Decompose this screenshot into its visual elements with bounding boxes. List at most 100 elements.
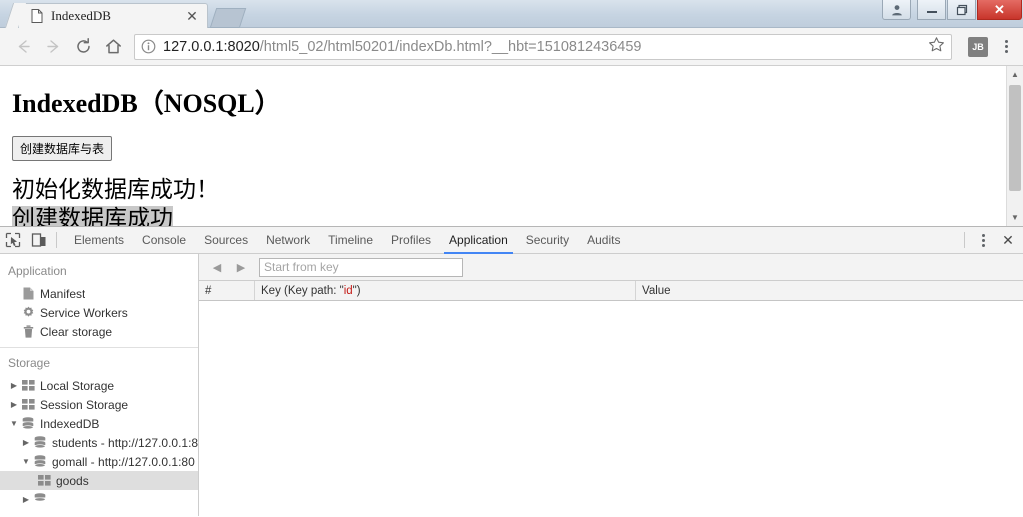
create-database-button[interactable]: 创建数据库与表: [12, 136, 113, 161]
inspect-element-button[interactable]: [0, 227, 26, 253]
sidebar-item-objectstore-goods[interactable]: goods: [0, 471, 198, 490]
devtools-menu-button[interactable]: [973, 227, 993, 253]
new-tab-button[interactable]: [209, 8, 247, 28]
kebab-dot: [1004, 40, 1008, 43]
sidebar-item-label: IndexedDB: [40, 416, 100, 431]
info-icon[interactable]: [141, 39, 156, 54]
scrollbar-thumb[interactable]: [1009, 85, 1021, 191]
browser-tab-close-icon[interactable]: ✕: [183, 7, 201, 25]
status-messages: 初始化数据库成功！ 创建数据库成功: [12, 176, 1011, 226]
table-icon: [36, 475, 52, 486]
table-body-empty: [199, 301, 1023, 516]
column-header-keypath-value: id: [343, 284, 353, 297]
tab-audits[interactable]: Audits: [578, 227, 629, 254]
reload-button[interactable]: [68, 32, 98, 62]
extension-icon-jb[interactable]: JB: [968, 36, 988, 57]
forward-button[interactable]: [38, 32, 68, 62]
tab-network[interactable]: Network: [257, 227, 319, 254]
kebab-dot: [1004, 45, 1008, 48]
chevron-right-icon[interactable]: ▶: [8, 381, 20, 390]
table-icon: [20, 399, 36, 410]
trash-icon: [20, 325, 36, 338]
sidebar-item-partial[interactable]: ▶: [0, 490, 198, 509]
browser-menu-button[interactable]: [997, 34, 1015, 60]
window-minimize-button[interactable]: [917, 0, 946, 20]
device-toolbar-button[interactable]: [26, 227, 52, 253]
database-icon: [32, 493, 48, 506]
tab-security[interactable]: Security: [517, 227, 578, 254]
browser-tab-title: IndexedDB: [51, 8, 111, 23]
sidebar-item-indexeddb[interactable]: ▼ IndexedDB: [0, 414, 198, 433]
url-host: 127.0.0.1:8020: [163, 38, 260, 55]
data-panel-toolbar: ◀ ▶: [199, 254, 1023, 281]
tab-timeline[interactable]: Timeline: [319, 227, 382, 254]
document-icon: [20, 287, 36, 300]
chevron-right-icon[interactable]: ▶: [20, 438, 32, 447]
scrollbar-up-arrow-icon[interactable]: ▲: [1007, 66, 1023, 83]
sidebar-item-label: Manifest: [40, 286, 86, 301]
column-header-key-prefix: Key (Key path: ": [261, 284, 344, 297]
sidebar-item-manifest[interactable]: Manifest: [0, 284, 198, 303]
devtools-tabbar-right: ✕: [960, 227, 1023, 253]
chevron-right-icon[interactable]: ▶: [8, 400, 20, 409]
column-header-key-suffix: "): [352, 284, 361, 297]
next-page-button[interactable]: ▶: [229, 256, 253, 278]
previous-page-button[interactable]: ◀: [205, 256, 229, 278]
column-header-index[interactable]: #: [199, 281, 255, 300]
address-bar-url: 127.0.0.1:8020/html5_02/html50201/indexD…: [163, 39, 642, 55]
objectstore-table: # Key (Key path: " id ") Value: [199, 281, 1023, 516]
page-scrollbar[interactable]: ▲ ▼: [1006, 66, 1023, 226]
window-close-button[interactable]: ✕: [977, 0, 1022, 20]
sidebar-item-service-workers[interactable]: Service Workers: [0, 303, 198, 322]
page-icon: [31, 9, 43, 23]
home-icon: [105, 39, 121, 54]
start-from-key-input[interactable]: [259, 257, 463, 277]
tab-profiles[interactable]: Profiles: [382, 227, 440, 254]
kebab-dot: [981, 233, 985, 237]
page-title: IndexedDB（NOSQL）: [12, 89, 281, 118]
kebab-dot: [1004, 50, 1008, 53]
devtools-tab-bar: Elements Console Sources Network Timelin…: [0, 227, 1023, 254]
chevron-right-icon[interactable]: ▶: [20, 495, 32, 504]
tab-application[interactable]: Application: [440, 227, 517, 254]
database-icon: [32, 436, 48, 449]
sidebar-divider: [0, 347, 198, 348]
tab-elements[interactable]: Elements: [65, 227, 133, 254]
profile-person-icon[interactable]: [882, 0, 911, 20]
maximize-icon: [956, 4, 967, 15]
chevron-down-icon[interactable]: ▼: [8, 419, 20, 428]
tab-console[interactable]: Console: [133, 227, 195, 254]
sidebar-item-clear-storage[interactable]: Clear storage: [0, 322, 198, 341]
sidebar-item-session-storage[interactable]: ▶ Session Storage: [0, 395, 198, 414]
browser-window: IndexedDB ✕ ✕ 127.0.0.1:8020/html5_02/ht…: [0, 0, 1023, 517]
status-message-created-wrap: 创建数据库成功: [12, 205, 1011, 226]
home-button[interactable]: [98, 32, 128, 62]
bookmark-star-icon[interactable]: [928, 36, 945, 58]
sidebar-item-label: gomall - http://127.0.0.1:80: [52, 454, 195, 469]
sidebar-item-label: goods: [56, 473, 89, 488]
browser-tab-indexeddb[interactable]: IndexedDB ✕: [18, 3, 208, 28]
back-button[interactable]: [8, 32, 38, 62]
toolbar-divider: [56, 232, 57, 248]
person-icon: [891, 4, 902, 15]
window-maximize-button[interactable]: [947, 0, 976, 20]
chevron-down-icon[interactable]: ▼: [20, 457, 32, 466]
kebab-dot: [981, 243, 985, 247]
page-viewport: IndexedDB（NOSQL） 创建数据库与表 初始化数据库成功！ 创建数据库…: [0, 66, 1023, 227]
devtools-close-button[interactable]: ✕: [993, 227, 1023, 253]
page-content: IndexedDB（NOSQL） 创建数据库与表 初始化数据库成功！ 创建数据库…: [0, 83, 1023, 226]
column-header-value[interactable]: Value: [636, 281, 1023, 300]
device-toolbar-icon: [31, 233, 46, 247]
sidebar-item-database-gomall[interactable]: ▼ gomall - http://127.0.0.1:80: [0, 452, 198, 471]
sidebar-item-label: Clear storage: [40, 324, 113, 339]
status-message-init: 初始化数据库成功！: [12, 177, 219, 202]
back-arrow-icon: [18, 40, 30, 53]
tab-sources[interactable]: Sources: [195, 227, 257, 254]
column-header-key[interactable]: Key (Key path: " id "): [255, 281, 636, 300]
sidebar-item-label: students - http://127.0.0.1:8: [52, 435, 198, 450]
sidebar-item-local-storage[interactable]: ▶ Local Storage: [0, 376, 198, 395]
scrollbar-down-arrow-icon[interactable]: ▼: [1007, 209, 1023, 226]
sidebar-item-database-students[interactable]: ▶ students - http://127.0.0.1:8: [0, 433, 198, 452]
address-bar[interactable]: 127.0.0.1:8020/html5_02/html50201/indexD…: [134, 33, 952, 60]
sidebar-item-label: Local Storage: [40, 378, 115, 393]
